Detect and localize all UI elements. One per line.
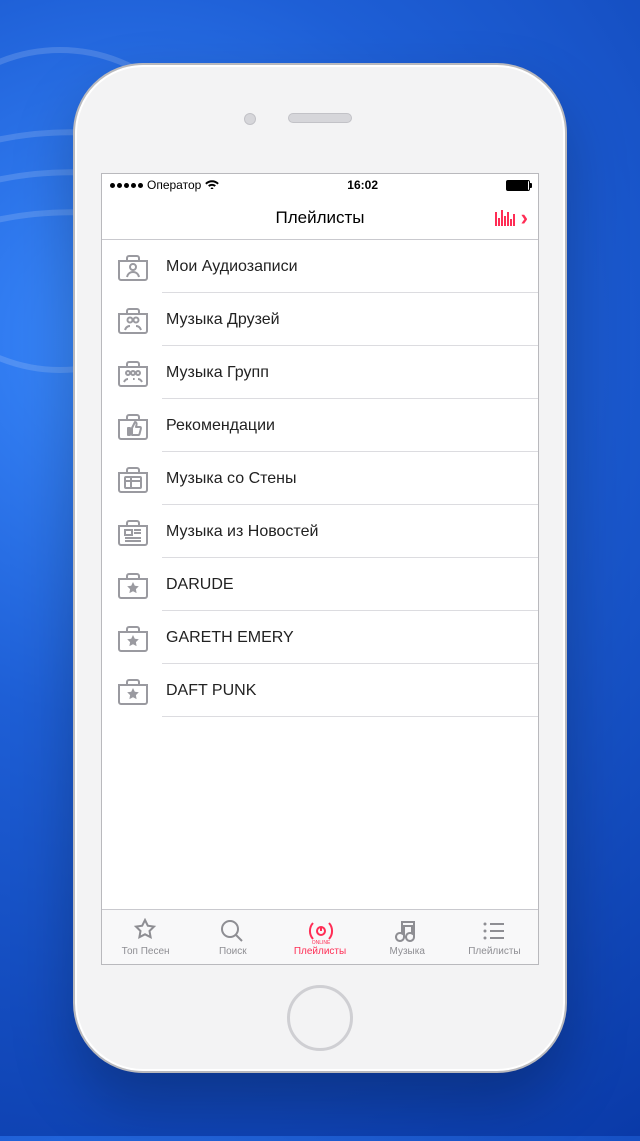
playlist-row[interactable]: Рекомендации: [102, 399, 538, 452]
now-playing-button[interactable]: ›: [495, 196, 528, 239]
signal-icon: [110, 183, 143, 188]
folder-wall-icon: [116, 465, 150, 493]
list-icon: [480, 918, 508, 944]
playlist-row[interactable]: DARUDE: [102, 558, 538, 611]
tab-online[interactable]: Плейлисты: [276, 910, 363, 964]
star-icon: [132, 918, 160, 944]
wifi-icon: [205, 178, 219, 192]
playlist-row[interactable]: Мои Аудиозаписи: [102, 240, 538, 293]
app-screen: Оператор 16:02 Плейлисты ›: [101, 173, 539, 965]
folder-group-icon: [116, 359, 150, 387]
playlist-label: GARETH EMERY: [166, 629, 294, 647]
playlist-label: DAFT PUNK: [166, 682, 256, 700]
status-time: 16:02: [347, 178, 378, 192]
playlist-label: Мои Аудиозаписи: [166, 258, 298, 276]
phone-frame: Оператор 16:02 Плейлисты ›: [73, 63, 567, 1073]
tab-bar: Топ Песен Поиск Плейлисты Музыка Плейлисты: [102, 909, 538, 964]
tab-search[interactable]: Поиск: [189, 910, 276, 964]
tab-label: Поиск: [219, 946, 247, 957]
equalizer-icon: [495, 210, 515, 226]
status-bar: Оператор 16:02: [102, 174, 538, 196]
playlist-row[interactable]: Музыка Групп: [102, 346, 538, 399]
folder-thumb-icon: [116, 412, 150, 440]
playlist-label: Рекомендации: [166, 417, 275, 435]
playlist-row[interactable]: DAFT PUNK: [102, 664, 538, 717]
folder-people-icon: [116, 306, 150, 334]
tab-label: Плейлисты: [468, 946, 520, 957]
playlist-list: Мои Аудиозаписи Музыка Друзей Музыка Групп…: [102, 240, 538, 909]
tab-label: Плейлисты: [294, 946, 346, 957]
folder-person-icon: [116, 253, 150, 281]
tab-label: Музыка: [390, 946, 425, 957]
phone-camera: [244, 113, 256, 125]
playlist-label: Музыка Групп: [166, 364, 269, 382]
folder-star-icon: [116, 571, 150, 599]
folder-star-icon: [116, 624, 150, 652]
playlist-label: Музыка со Стены: [166, 470, 297, 488]
playlist-row[interactable]: Музыка со Стены: [102, 452, 538, 505]
nav-bar: Плейлисты ›: [102, 196, 538, 240]
home-button[interactable]: [287, 985, 353, 1051]
playlist-row[interactable]: GARETH EMERY: [102, 611, 538, 664]
playlist-row[interactable]: Музыка из Новостей: [102, 505, 538, 558]
page-title: Плейлисты: [275, 208, 364, 228]
tab-note[interactable]: Музыка: [364, 910, 451, 964]
playlist-label: Музыка из Новостей: [166, 523, 318, 541]
phone-speaker: [288, 113, 352, 123]
tab-label: Топ Песен: [122, 946, 170, 957]
battery-icon: [506, 180, 530, 191]
online-icon: [306, 918, 334, 944]
folder-star-icon: [116, 677, 150, 705]
tab-star[interactable]: Топ Песен: [102, 910, 189, 964]
search-icon: [219, 918, 247, 944]
note-icon: [393, 918, 421, 944]
playlist-row[interactable]: Музыка Друзей: [102, 293, 538, 346]
chevron-right-icon: ›: [521, 205, 528, 231]
folder-news-icon: [116, 518, 150, 546]
playlist-label: Музыка Друзей: [166, 311, 280, 329]
carrier-label: Оператор: [147, 178, 201, 192]
tab-list[interactable]: Плейлисты: [451, 910, 538, 964]
playlist-label: DARUDE: [166, 576, 234, 594]
